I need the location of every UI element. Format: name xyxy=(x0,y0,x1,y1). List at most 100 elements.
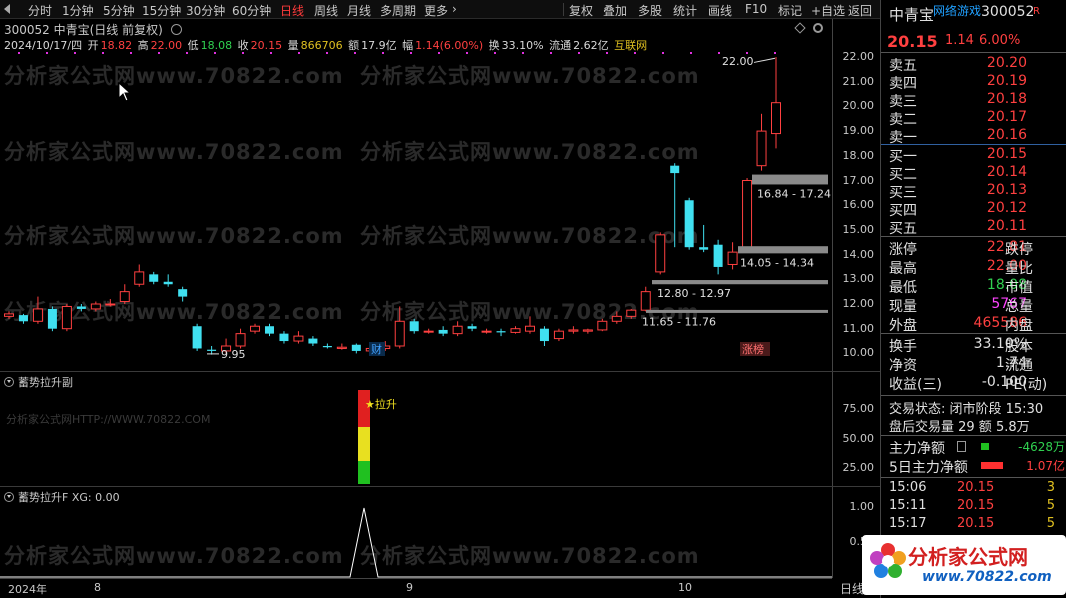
stat-row: 现量 5767 总量 xyxy=(881,296,1066,315)
candle-body-down xyxy=(264,326,274,334)
top-dot xyxy=(522,52,524,54)
price-change-pct: 6.00% xyxy=(979,33,1021,48)
zone-label: 14.05 - 14.34 xyxy=(740,256,814,269)
flow5-row: 5日主力净额 1.07亿 xyxy=(889,459,1065,476)
flower-logo-icon xyxy=(870,543,906,578)
candle-body-up xyxy=(32,308,43,322)
top-dot xyxy=(158,52,160,54)
range-value: 1.14(6.00%) xyxy=(415,39,484,52)
after-hours-row: 盘后交易量 29 额 5.8万 xyxy=(889,420,1030,435)
indicator-bar-yellow xyxy=(358,427,370,461)
period-indicator[interactable]: 日线 xyxy=(840,580,864,597)
top-dot xyxy=(410,52,412,54)
period-tab-5min[interactable]: 5分钟 xyxy=(103,2,135,19)
price-tick: 16.00 xyxy=(842,198,875,212)
candle-body-up xyxy=(640,291,651,311)
candle-body-down xyxy=(684,200,694,248)
statistics-button[interactable]: 统计 xyxy=(673,2,697,19)
tick-row: 15:11 20.15 5 xyxy=(881,498,1066,516)
candle-body-down xyxy=(699,247,709,250)
bid-level: 买二 20.14 xyxy=(881,164,1066,183)
period-tab-1min[interactable]: 1分钟 xyxy=(62,2,94,19)
float-value: 2.62亿 xyxy=(573,39,609,52)
mouse-cursor-icon xyxy=(118,82,132,102)
overlay-button[interactable]: 叠加 xyxy=(603,2,627,19)
period-tab-15min[interactable]: 15分钟 xyxy=(142,2,181,19)
multi-stock-button[interactable]: 多股 xyxy=(638,2,662,19)
divider xyxy=(881,52,1066,53)
draw-line-button[interactable]: 画线 xyxy=(708,2,732,19)
ask-level-label: 卖五 xyxy=(889,58,917,74)
price-tick: 14.00 xyxy=(842,247,875,261)
price-axis: 22.00 21.00 20.00 19.00 18.00 17.00 16.00 15.00… xyxy=(832,19,880,371)
top-dot xyxy=(326,52,328,54)
quote-panel: 中青宝 网络游戏 300052 R 20.15 1.14 6.00% 卖五 20.… xyxy=(880,0,1066,598)
signal-line-chart[interactable] xyxy=(0,500,832,578)
top-dot xyxy=(354,52,356,54)
bid-level: 买一 20.15 xyxy=(881,146,1066,165)
fuquan-button[interactable]: 复权 xyxy=(569,2,593,19)
diamond-icon[interactable] xyxy=(794,22,806,34)
top-dot xyxy=(718,52,720,54)
support-zone xyxy=(646,309,828,313)
sector-tag[interactable]: 互联网 xyxy=(614,39,647,52)
period-tab-multi[interactable]: 多周期 xyxy=(380,2,416,19)
amount-value: 17.9亿 xyxy=(361,39,397,52)
period-toolbar: 分时 1分钟 5分钟 15分钟 30分钟 60分钟 日线 周线 月线 多周期 更… xyxy=(0,0,880,19)
stat-row: 外盘 465586 内盘 xyxy=(881,315,1066,334)
period-tab-weekly[interactable]: 周线 xyxy=(314,2,338,19)
return-button[interactable]: 返回 xyxy=(848,2,872,19)
candle-body-up xyxy=(423,330,434,333)
candle-body-down xyxy=(47,308,57,329)
add-watchlist-button[interactable]: +自选 xyxy=(811,2,845,19)
top-dot xyxy=(18,52,20,54)
settings-gear-icon[interactable] xyxy=(813,23,823,33)
tick-price: 20.15 xyxy=(957,480,995,495)
x-tick: 10 xyxy=(678,581,692,594)
indicator-bar-chart[interactable] xyxy=(0,386,832,486)
top-dot xyxy=(466,52,468,54)
period-tab-monthly[interactable]: 月线 xyxy=(347,2,371,19)
x-tick: 8 xyxy=(94,581,101,594)
tick-row: 15:06 20.15 3 xyxy=(881,480,1066,498)
mark-button[interactable]: 标记 xyxy=(778,2,802,19)
f10-button[interactable]: F10 xyxy=(745,2,767,16)
stat-row-label: 最低 xyxy=(889,280,917,296)
stock-name: 中青宝 xyxy=(889,6,935,24)
top-dot xyxy=(242,52,244,54)
period-tab-fenshi[interactable]: 分时 xyxy=(28,2,52,19)
pane-divider xyxy=(0,371,880,372)
period-tab-daily[interactable]: 日线 xyxy=(280,2,304,19)
top-dot xyxy=(270,52,272,54)
doc-icon[interactable] xyxy=(957,441,966,452)
logo-title: 分析家公式网 xyxy=(908,545,1028,569)
back-arrow-icon[interactable] xyxy=(4,4,10,14)
candle-body-up xyxy=(119,291,130,303)
stat-row-label2: 总量 xyxy=(1005,299,1033,315)
candle-body-up xyxy=(510,328,521,333)
period-tab-30min[interactable]: 30分钟 xyxy=(186,2,225,19)
support-zone xyxy=(738,246,828,254)
ask-level-value: 20.18 xyxy=(986,91,1027,107)
top-dot xyxy=(550,52,552,54)
stat2-row-label: 收益(三) xyxy=(889,377,942,393)
x-tick: 9 xyxy=(406,581,413,594)
candle-body-down xyxy=(163,281,173,285)
top-dot xyxy=(690,52,692,54)
top-dot xyxy=(46,52,48,54)
period-tab-60min[interactable]: 60分钟 xyxy=(232,2,271,19)
pane2-axis: 75.00 50.00 25.00 xyxy=(832,372,880,486)
candle-body-up xyxy=(727,251,738,265)
price-tick: 19.00 xyxy=(842,124,875,138)
quote-title-row: 中青宝 网络游戏 300052 R xyxy=(881,4,1066,24)
date-axis: 2024年 8 9 10 xyxy=(0,578,832,598)
bar-date: 2024/10/17/四 xyxy=(4,39,83,52)
price-tick: 13.00 xyxy=(842,272,875,286)
period-tab-more[interactable]: 更多 xyxy=(424,2,448,19)
stat-row-label2: 市值 xyxy=(1005,280,1033,296)
more-chevron-icon[interactable]: › xyxy=(452,2,457,16)
stat-row-label: 涨停 xyxy=(889,242,917,258)
low-value: 18.08 xyxy=(200,39,233,52)
chart-menu-icon[interactable] xyxy=(170,24,182,35)
industry-tag[interactable]: 网络游戏 xyxy=(933,2,981,19)
